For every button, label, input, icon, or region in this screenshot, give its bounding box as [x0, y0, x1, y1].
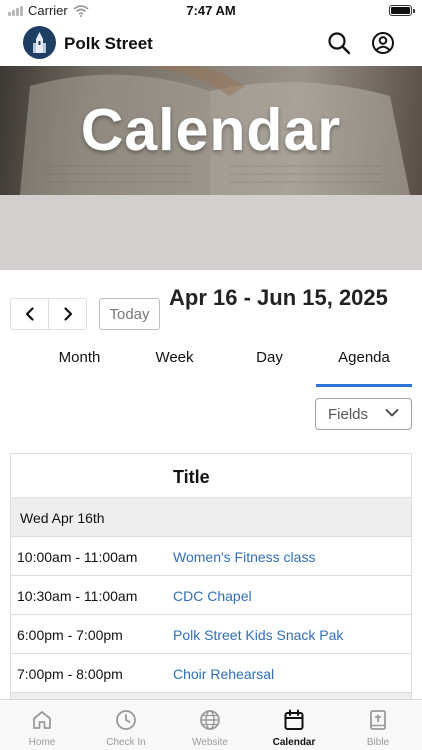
table-row[interactable]: 6:00pm - 7:00pm Polk Street Kids Snack P… [11, 615, 411, 654]
tabbar-website[interactable]: Website [168, 700, 252, 750]
battery-icon [389, 5, 415, 16]
tabbar-label: Website [192, 737, 228, 748]
tabbar-label: Calendar [272, 737, 316, 748]
prev-button[interactable] [11, 299, 48, 329]
chevron-left-icon [25, 307, 34, 321]
event-time: 10:00am - 11:00am [17, 549, 138, 565]
tab-agenda[interactable]: Agenda [316, 341, 412, 387]
day-header-row: Wed Apr 16th [11, 498, 411, 537]
tabbar-check-in[interactable]: Check In [84, 700, 168, 750]
church-logo[interactable] [23, 26, 56, 59]
chevron-down-icon [385, 409, 399, 417]
tabbar-label: Home [28, 737, 56, 748]
event-title-link[interactable]: Polk Street Kids Snack Pak [173, 627, 343, 643]
event-time: 6:00pm - 7:00pm [17, 627, 123, 643]
title-column-header: Title [173, 467, 210, 487]
hero-banner: Calendar [0, 66, 422, 195]
status-time: 7:47 AM [186, 3, 236, 18]
tab-day[interactable]: Day [222, 341, 317, 387]
tabbar-calendar[interactable]: Calendar [252, 700, 336, 750]
tabbar-label: Check In [106, 737, 146, 748]
today-button[interactable]: Today [99, 298, 160, 330]
event-title-link[interactable]: Women's Fitness class [173, 549, 315, 565]
clock-icon [116, 710, 136, 730]
app-title: Polk Street [64, 34, 153, 53]
tabbar-home[interactable]: Home [0, 700, 84, 750]
event-title-link[interactable]: CDC Chapel [173, 588, 252, 604]
hero-gray-band [0, 195, 422, 270]
tab-month[interactable]: Month [32, 341, 127, 387]
calendar-icon [284, 709, 304, 730]
prev-next-group [10, 298, 87, 330]
app-header: Polk Street [0, 24, 422, 64]
agenda-table: Title Wed Apr 16th 10:00am - 11:00am Wom… [10, 453, 412, 703]
view-tabs: Month Week Day Agenda [32, 341, 412, 387]
status-bar: Carrier 7:47 AM [0, 0, 422, 22]
chevron-right-icon [63, 307, 72, 321]
table-row[interactable]: 10:00am - 11:00am Women's Fitness class [11, 537, 411, 576]
table-row[interactable]: 10:30am - 11:00am CDC Chapel [11, 576, 411, 615]
home-icon [33, 711, 51, 729]
account-icon[interactable] [370, 30, 396, 56]
search-icon[interactable] [326, 30, 352, 56]
agenda-header: Title [11, 454, 411, 498]
tab-week[interactable]: Week [127, 341, 222, 387]
tabbar-label: Bible [366, 737, 390, 748]
hero-title: Calendar [80, 97, 342, 163]
event-time: 10:30am - 11:00am [17, 588, 138, 604]
next-button[interactable] [48, 299, 86, 329]
event-title-link[interactable]: Choir Rehearsal [173, 666, 274, 682]
date-range-title: Apr 16 - Jun 15, 2025 [169, 285, 388, 310]
bottom-tabbar: Home Check In Website Calendar Bible [0, 699, 422, 750]
table-row[interactable]: 7:00pm - 8:00pm Choir Rehearsal [11, 654, 411, 693]
bible-icon [370, 710, 386, 730]
day-label: Wed Apr 16th [20, 510, 105, 526]
globe-icon [200, 710, 220, 730]
tabbar-bible[interactable]: Bible [336, 700, 420, 750]
fields-dropdown[interactable]: Fields [315, 398, 412, 430]
fields-label: Fields [328, 406, 369, 423]
event-time: 7:00pm - 8:00pm [17, 666, 123, 682]
